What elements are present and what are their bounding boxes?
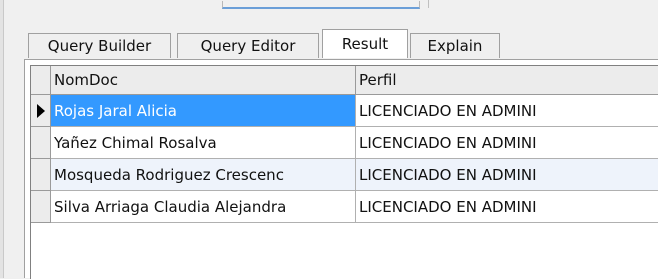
cell-nomdoc[interactable]: Yañez Chimal Rosalva — [51, 127, 356, 159]
row-indicator[interactable] — [31, 127, 51, 159]
table-row[interactable]: Rojas Jaral Alicia LICENCIADO EN ADMINI — [31, 95, 658, 127]
row-pointer-icon — [36, 103, 45, 118]
tab-query-editor[interactable]: Query Editor — [177, 33, 319, 58]
tab-query-builder[interactable]: Query Builder — [28, 33, 171, 58]
grid-header-row: NomDoc Perfil — [31, 66, 658, 95]
cell-nomdoc[interactable]: Mosqueda Rodriguez Crescenc — [51, 159, 356, 191]
row-indicator[interactable] — [31, 95, 51, 127]
toolbar-separator — [428, 0, 429, 8]
grid-corner-cell[interactable] — [31, 66, 51, 95]
cell-perfil[interactable]: LICENCIADO EN ADMINI — [356, 191, 658, 223]
cell-nomdoc[interactable]: Silva Arriaga Claudia Alejandra — [51, 191, 356, 223]
table-row[interactable]: Mosqueda Rodriguez Crescenc LICENCIADO E… — [31, 159, 658, 191]
table-row[interactable]: Silva Arriaga Claudia Alejandra LICENCIA… — [31, 191, 658, 223]
column-header-perfil[interactable]: Perfil — [356, 66, 658, 95]
row-indicator[interactable] — [31, 159, 51, 191]
column-header-nomdoc[interactable]: NomDoc — [51, 66, 356, 95]
tab-result[interactable]: Result — [322, 29, 408, 58]
row-indicator[interactable] — [31, 191, 51, 223]
cell-perfil[interactable]: LICENCIADO EN ADMINI — [356, 127, 658, 159]
cell-perfil[interactable]: LICENCIADO EN ADMINI — [356, 95, 658, 127]
table-row[interactable]: Yañez Chimal Rosalva LICENCIADO EN ADMIN… — [31, 127, 658, 159]
cell-nomdoc[interactable]: Rojas Jaral Alicia — [51, 95, 356, 127]
toolbar-control-edge — [222, 1, 420, 9]
result-grid[interactable]: NomDoc Perfil Rojas Jaral Alicia LICENCI… — [30, 65, 658, 279]
left-edge — [0, 0, 4, 278]
tab-explain[interactable]: Explain — [410, 33, 500, 58]
cell-perfil[interactable]: LICENCIADO EN ADMINI — [356, 159, 658, 191]
